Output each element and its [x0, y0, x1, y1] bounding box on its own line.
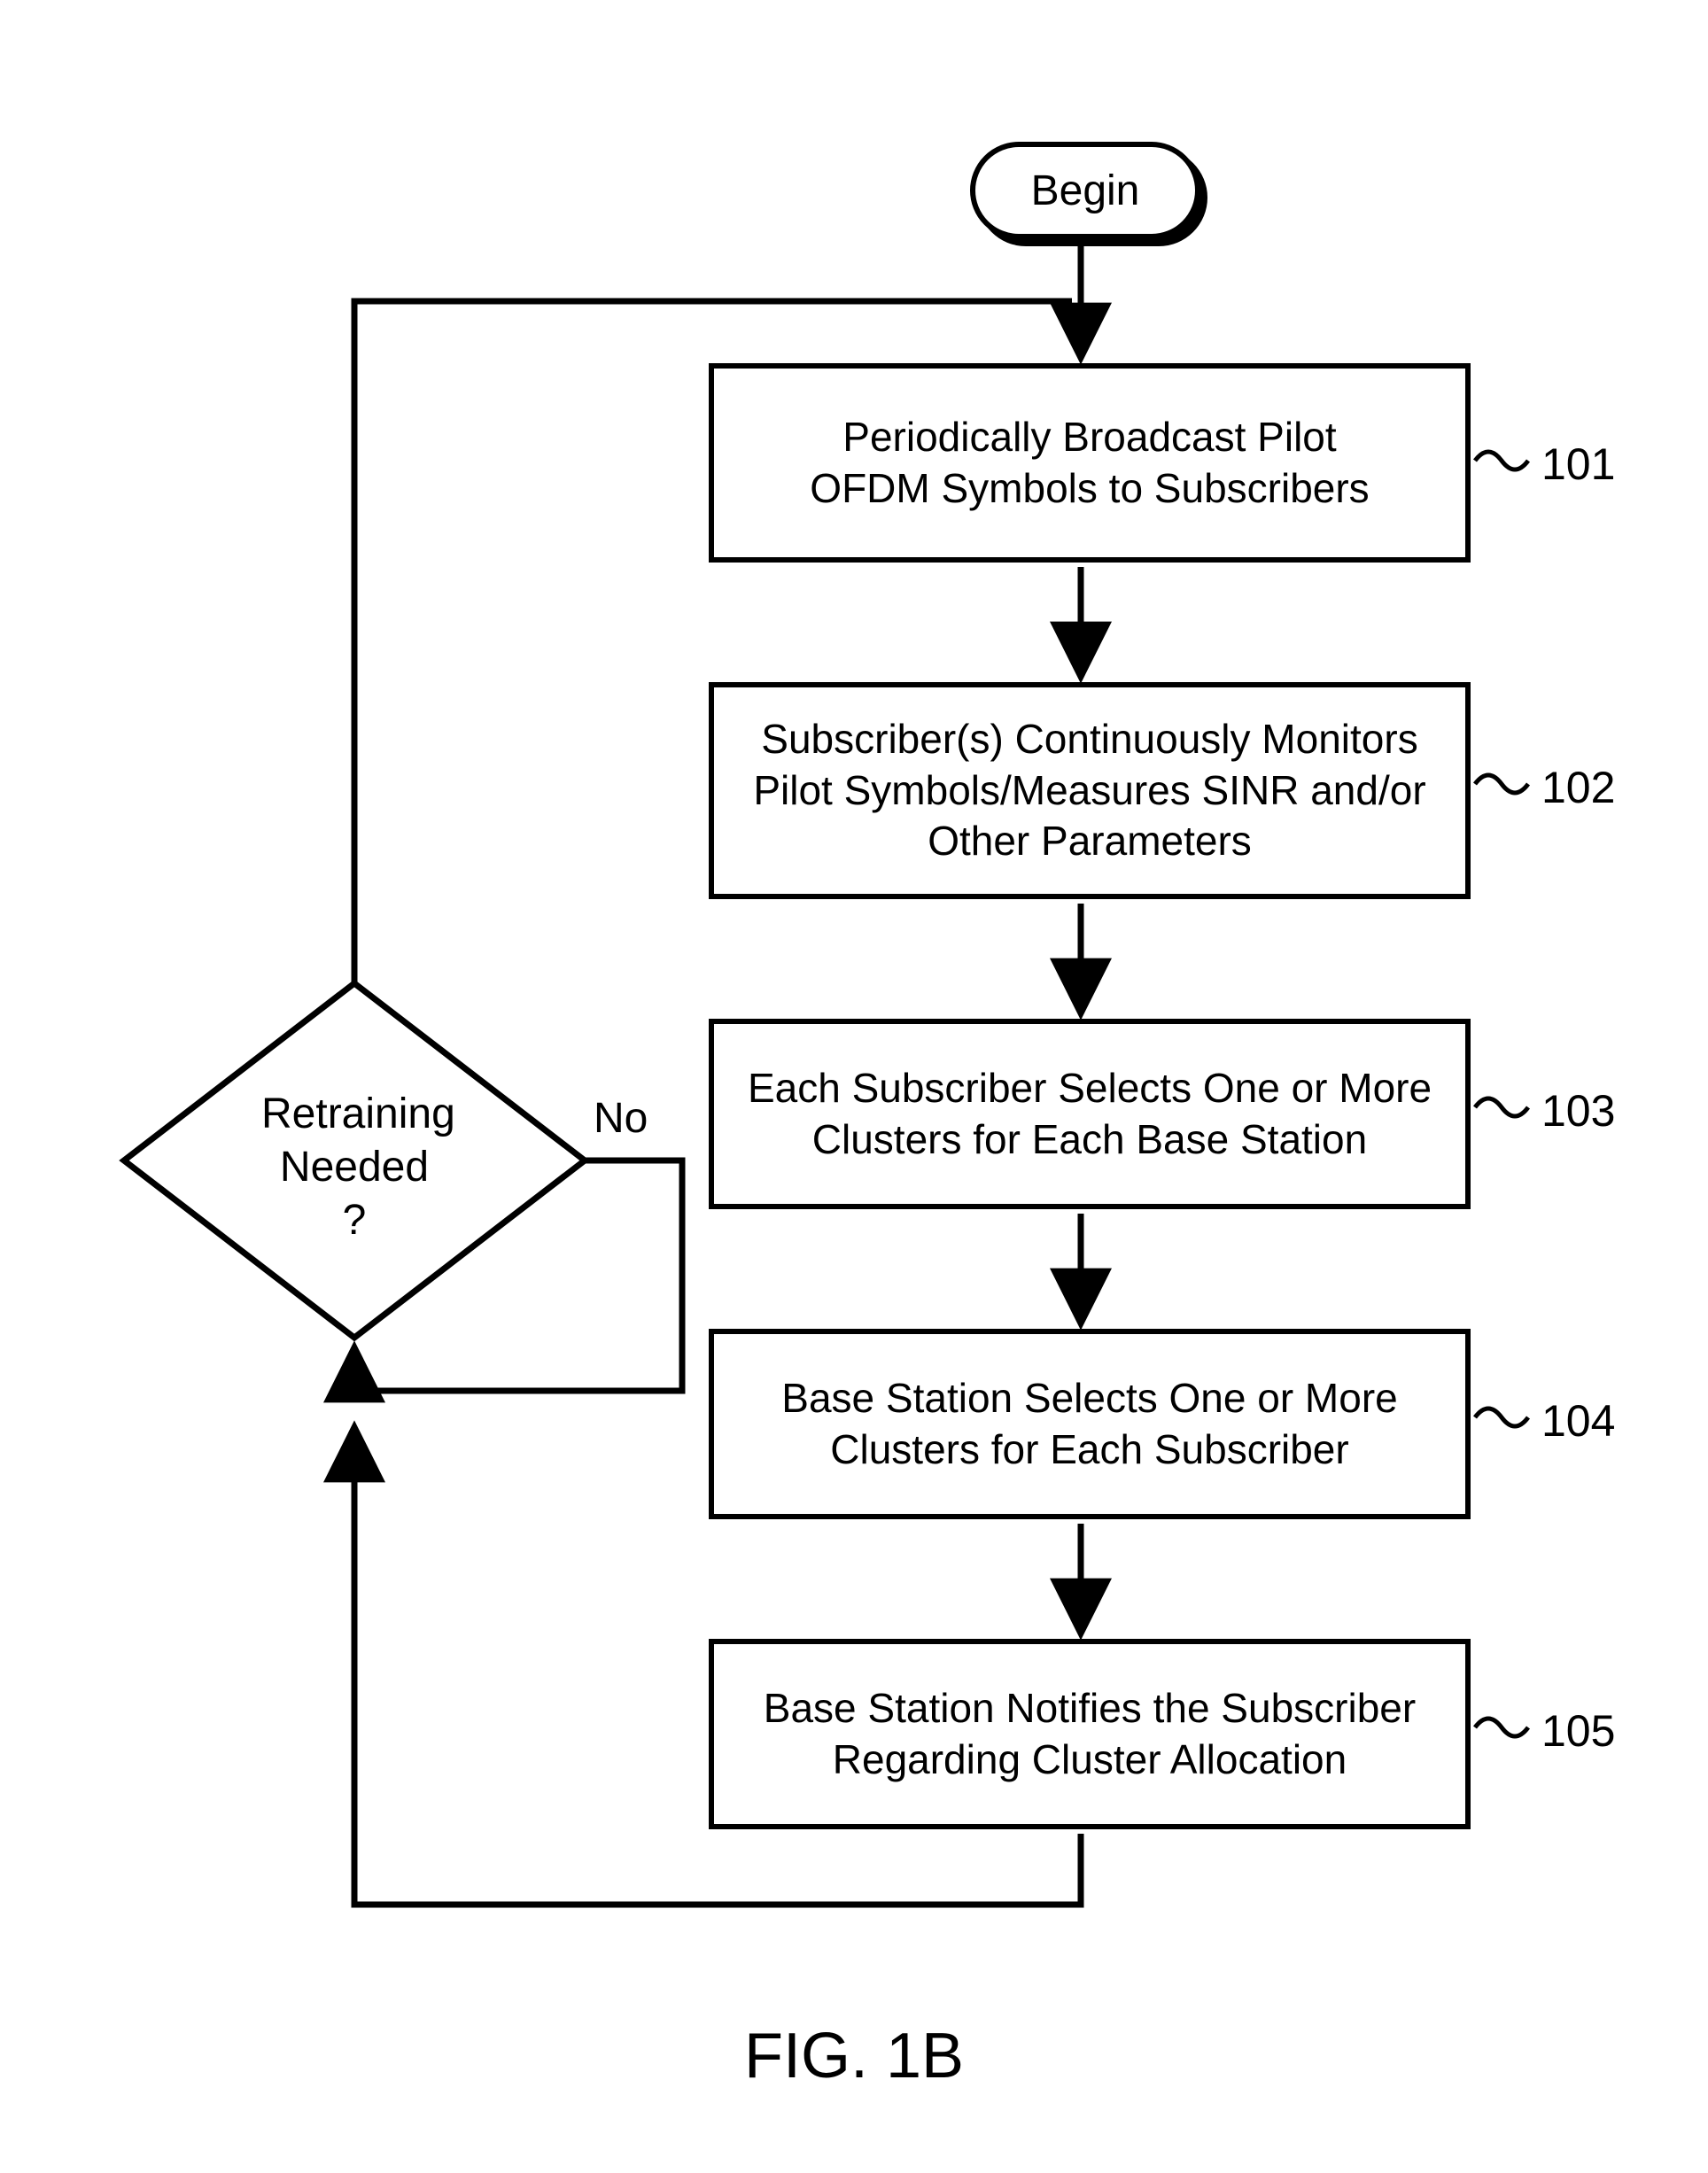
ref-104: 104	[1541, 1395, 1615, 1447]
decision-line1: Retraining	[261, 1090, 447, 1138]
ref-101: 101	[1541, 438, 1615, 490]
figure-caption: FIG. 1B	[0, 2020, 1708, 2092]
begin-terminator: Begin	[970, 142, 1200, 239]
step-101: Periodically Broadcast Pilot OFDM Symbol…	[709, 363, 1471, 563]
ref-102: 102	[1541, 762, 1615, 813]
decision-line3: ?	[261, 1196, 447, 1245]
step-103-text: Each Subscriber Selects One or More Clus…	[748, 1063, 1432, 1165]
ref-105: 105	[1541, 1705, 1615, 1757]
decision-no-label: No	[594, 1094, 648, 1143]
step-104-text: Base Station Selects One or More Cluster…	[781, 1373, 1397, 1475]
ref-103: 103	[1541, 1085, 1615, 1137]
step-103: Each Subscriber Selects One or More Clus…	[709, 1019, 1471, 1209]
step-101-text: Periodically Broadcast Pilot OFDM Symbol…	[810, 412, 1369, 514]
begin-label: Begin	[1031, 167, 1140, 215]
step-105-text: Base Station Notifies the Subscriber Reg…	[764, 1683, 1416, 1785]
step-102: Subscriber(s) Continuously Monitors Pilo…	[709, 682, 1471, 899]
step-104: Base Station Selects One or More Cluster…	[709, 1329, 1471, 1519]
flowchart-figure: Begin Periodically Broadcast Pilot OFDM …	[0, 0, 1708, 2173]
step-105: Base Station Notifies the Subscriber Reg…	[709, 1639, 1471, 1829]
decision-line2: Needed	[261, 1143, 447, 1191]
step-102-text: Subscriber(s) Continuously Monitors Pilo…	[753, 714, 1425, 867]
